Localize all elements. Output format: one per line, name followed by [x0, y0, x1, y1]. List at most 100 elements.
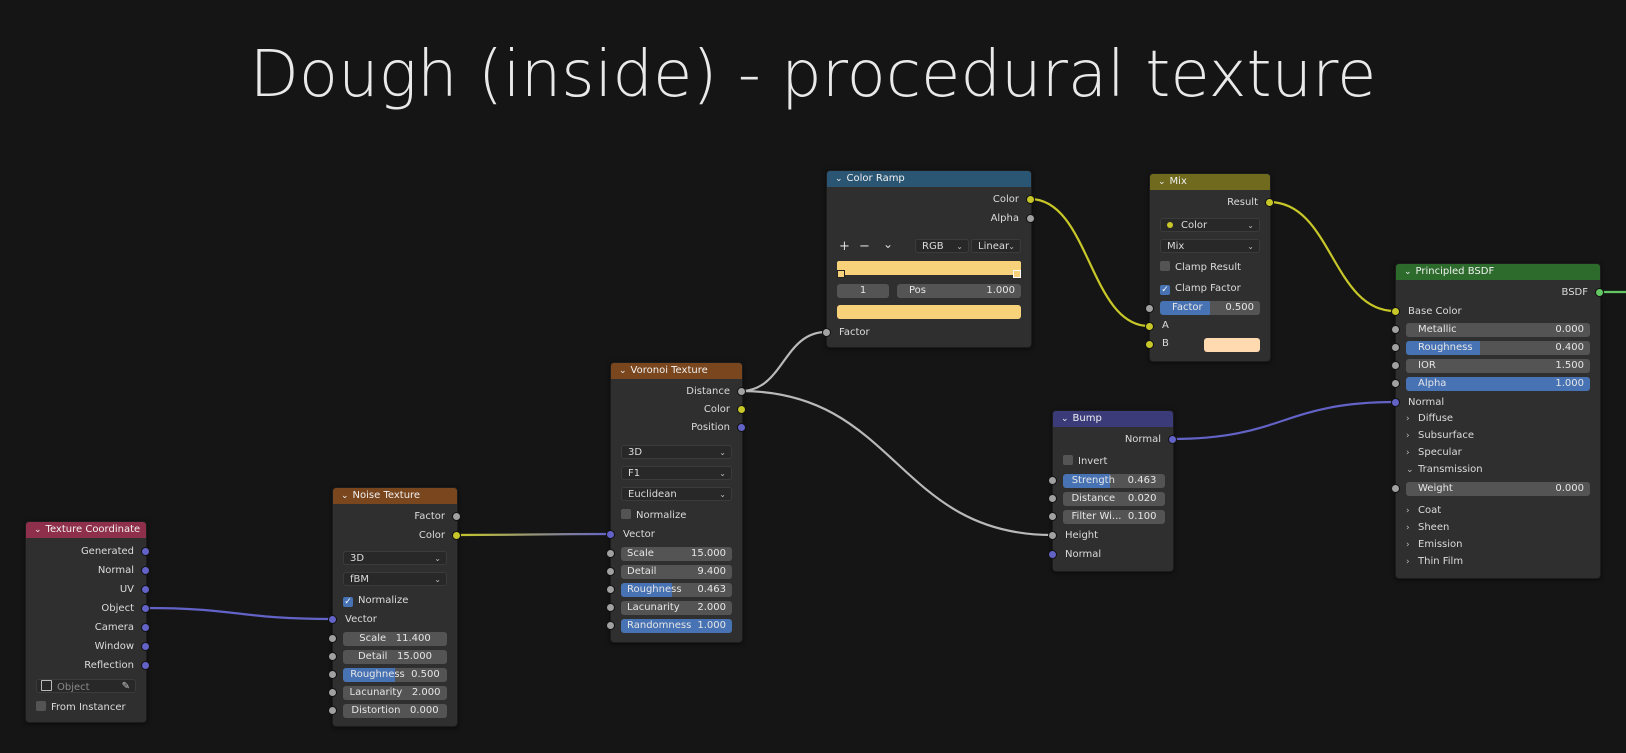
- feature-dropdown[interactable]: F1 ⌄: [621, 466, 732, 480]
- node-header[interactable]: ⌄ Principled BSDF: [1396, 264, 1600, 280]
- socket-tc-normal[interactable]: [141, 566, 150, 575]
- chevron-down-icon[interactable]: ⌄: [835, 171, 843, 187]
- panel-diffuse[interactable]: › Diffuse: [1406, 412, 1453, 426]
- socket-noise-factor[interactable]: [452, 512, 461, 521]
- field-factor[interactable]: Factor 0.500: [1160, 301, 1260, 315]
- dimensions-dropdown[interactable]: 3D ⌄: [343, 551, 447, 565]
- socket-vor-vector[interactable]: [606, 530, 615, 539]
- socket-mix-result[interactable]: [1265, 198, 1274, 207]
- color-ramp-bar[interactable]: [837, 261, 1021, 275]
- node-header[interactable]: ⌄ Texture Coordinate: [26, 522, 146, 538]
- socket-bsdf-base-color[interactable]: [1391, 307, 1400, 316]
- socket-mix-a[interactable]: [1145, 322, 1154, 331]
- socket-tc-uv[interactable]: [141, 585, 150, 594]
- field-metallic[interactable]: Metallic 0.000: [1406, 323, 1590, 337]
- node-header[interactable]: ⌄ Voronoi Texture: [611, 363, 742, 379]
- socket-ramp-color[interactable]: [1026, 195, 1035, 204]
- socket-mix-b[interactable]: [1145, 340, 1154, 349]
- chevron-down-icon[interactable]: ⌄: [1061, 411, 1069, 427]
- socket-bsdf-alpha[interactable]: [1391, 379, 1400, 388]
- socket-bump-filter[interactable]: [1048, 512, 1057, 521]
- field-detail[interactable]: Detail 9.400: [621, 565, 732, 579]
- stop-position-field[interactable]: Pos 1.000: [897, 284, 1021, 298]
- normalize-checkbox[interactable]: Normalize: [621, 509, 686, 523]
- socket-bsdf-roughness[interactable]: [1391, 343, 1400, 352]
- field-weight[interactable]: Weight 0.000: [1406, 482, 1590, 496]
- socket-tc-window[interactable]: [141, 642, 150, 651]
- socket-vor-scale[interactable]: [606, 549, 615, 558]
- field-roughness[interactable]: Roughness 0.400: [1406, 341, 1590, 355]
- socket-vor-roughness[interactable]: [606, 585, 615, 594]
- socket-tc-object[interactable]: [141, 604, 150, 613]
- invert-checkbox[interactable]: Invert: [1063, 455, 1107, 469]
- socket-bsdf-normal[interactable]: [1391, 398, 1400, 407]
- link-bump-normal-to-bsdf-normal[interactable]: [1171, 400, 1396, 441]
- socket-bump-normal-out[interactable]: [1168, 435, 1177, 444]
- clamp-result-checkbox[interactable]: Clamp Result: [1160, 261, 1241, 275]
- socket-ramp-alpha[interactable]: [1026, 214, 1035, 223]
- ramp-menu-button[interactable]: ⌄: [883, 237, 893, 251]
- field-detail[interactable]: Detail 15.000: [343, 650, 447, 664]
- node-header[interactable]: ⌄ Noise Texture: [333, 488, 457, 504]
- field-distance[interactable]: Distance 0.020: [1063, 492, 1165, 506]
- ramp-stop-handle-left[interactable]: [837, 270, 845, 278]
- dimensions-dropdown[interactable]: 3D ⌄: [621, 445, 732, 459]
- socket-vor-lacunarity[interactable]: [606, 603, 615, 612]
- link-mix-result-to-base-color[interactable]: [1268, 200, 1396, 313]
- socket-bump-distance[interactable]: [1048, 494, 1057, 503]
- link-object-to-noise-vector[interactable]: [144, 606, 333, 621]
- chevron-down-icon[interactable]: ⌄: [1404, 264, 1412, 280]
- stop-index-field[interactable]: 1: [837, 284, 889, 298]
- from-instancer-checkbox[interactable]: From Instancer: [36, 701, 126, 715]
- socket-tc-generated[interactable]: [141, 547, 150, 556]
- link-ramp-color-to-mix-a[interactable]: [1029, 197, 1150, 328]
- link-voronoi-distance-to-ramp-factor[interactable]: [740, 330, 827, 393]
- socket-noise-detail[interactable]: [328, 652, 337, 661]
- field-strength[interactable]: Strength 0.463: [1063, 474, 1165, 488]
- socket-tc-camera[interactable]: [141, 623, 150, 632]
- field-filter-width[interactable]: Filter Wi... 0.100: [1063, 510, 1165, 524]
- panel-sheen[interactable]: › Sheen: [1406, 521, 1449, 535]
- add-stop-button[interactable]: +: [839, 239, 850, 254]
- chevron-down-icon[interactable]: ⌄: [34, 522, 42, 538]
- field-lacunarity[interactable]: Lacunarity 2.000: [343, 686, 447, 700]
- socket-noise-roughness[interactable]: [328, 670, 337, 679]
- node-header[interactable]: ⌄ Color Ramp: [827, 171, 1031, 187]
- color-mode-dropdown[interactable]: RGB ⌄: [915, 239, 969, 253]
- socket-vor-color[interactable]: [737, 405, 746, 414]
- blend-mode-dropdown[interactable]: Mix ⌄: [1160, 239, 1260, 253]
- field-distortion[interactable]: Distortion 0.000: [343, 704, 447, 718]
- socket-ramp-factor[interactable]: [822, 328, 831, 337]
- chevron-down-icon[interactable]: ⌄: [341, 488, 349, 504]
- noise-type-dropdown[interactable]: fBM ⌄: [343, 572, 447, 586]
- remove-stop-button[interactable]: −: [859, 239, 870, 254]
- eyedropper-icon[interactable]: ✎: [122, 680, 130, 694]
- socket-bump-height[interactable]: [1048, 531, 1057, 540]
- stop-color-swatch[interactable]: [837, 305, 1021, 319]
- panel-coat[interactable]: › Coat: [1406, 504, 1441, 518]
- field-lacunarity[interactable]: Lacunarity 2.000: [621, 601, 732, 615]
- socket-vor-distance[interactable]: [737, 387, 746, 396]
- socket-noise-lacunarity[interactable]: [328, 688, 337, 697]
- field-scale[interactable]: Scale 15.000: [621, 547, 732, 561]
- socket-bsdf-ior[interactable]: [1391, 361, 1400, 370]
- normalize-checkbox[interactable]: ✓ Normalize: [343, 594, 408, 608]
- socket-noise-color[interactable]: [452, 531, 461, 540]
- voronoi-texture-node[interactable]: ⌄ Voronoi Texture Distance Color Position…: [610, 362, 743, 643]
- socket-noise-vector[interactable]: [328, 615, 337, 624]
- chevron-down-icon[interactable]: ⌄: [619, 363, 627, 379]
- interpolation-dropdown[interactable]: Linear ⌄: [971, 239, 1021, 253]
- texture-coordinate-node[interactable]: ⌄ Texture Coordinate Generated Normal UV …: [25, 521, 147, 723]
- field-roughness[interactable]: Roughness 0.463: [621, 583, 732, 597]
- field-ior[interactable]: IOR 1.500: [1406, 359, 1590, 373]
- data-type-dropdown[interactable]: Color ⌄: [1160, 218, 1260, 232]
- socket-tc-reflection[interactable]: [141, 661, 150, 670]
- clamp-factor-checkbox[interactable]: ✓ Clamp Factor: [1160, 282, 1241, 296]
- ramp-stop-handle-right[interactable]: [1013, 270, 1021, 278]
- field-randomness[interactable]: Randomness 1.000: [621, 619, 732, 633]
- mix-node[interactable]: ⌄ Mix Result Color ⌄ Mix ⌄ Clamp Result ✓ Cl…: [1149, 173, 1271, 362]
- b-color-swatch[interactable]: [1204, 338, 1260, 352]
- chevron-down-icon[interactable]: ⌄: [1158, 174, 1166, 190]
- socket-vor-detail[interactable]: [606, 567, 615, 576]
- field-alpha[interactable]: Alpha 1.000: [1406, 377, 1590, 391]
